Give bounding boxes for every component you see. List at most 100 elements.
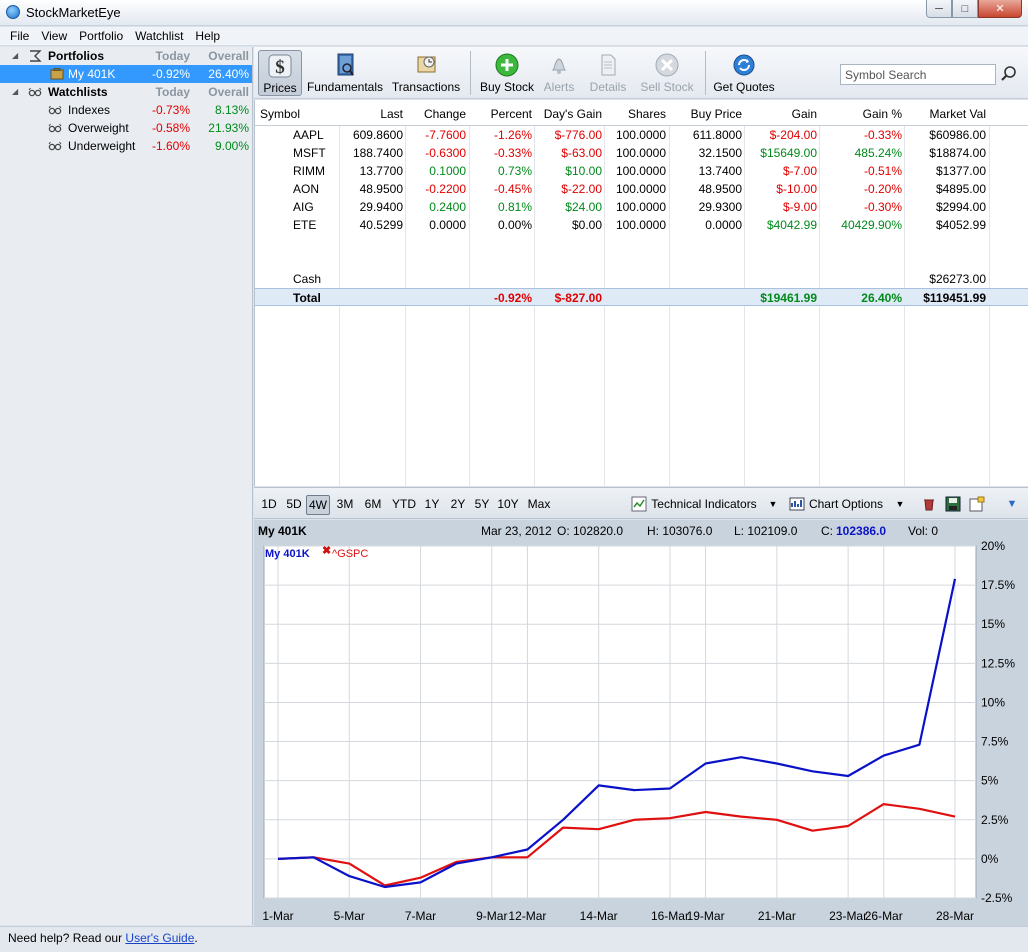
table-row[interactable]: AAPL 609.8600 -7.7600 -1.26% $-776.00 100.000…	[255, 126, 1028, 144]
users-guide-link[interactable]: User's Guide	[125, 931, 194, 945]
range-button-1d[interactable]: 1D	[258, 495, 280, 515]
grid-cell: $-204.00	[769, 128, 817, 142]
range-button-10y[interactable]: 10Y	[496, 495, 520, 515]
range-button-max[interactable]: Max	[525, 495, 553, 515]
get-quotes-label: Get Quotes	[713, 80, 775, 94]
close-button[interactable]: ✕	[978, 0, 1022, 18]
range-button-5y[interactable]: 5Y	[472, 495, 492, 515]
menu-portfolio[interactable]: Portfolio	[73, 27, 129, 46]
collapse-icon[interactable]: ◢	[12, 47, 18, 65]
range-button-ytd[interactable]: YTD	[391, 495, 417, 515]
grid-cell: $2994.00	[935, 200, 986, 214]
tree-portfolios-header[interactable]: ◢ Portfolios Today Overall	[0, 47, 252, 65]
grid-cell: -7.7600	[425, 128, 466, 142]
collapse-icon[interactable]: ◢	[12, 83, 18, 101]
get-quotes-button[interactable]: Get Quotes	[712, 50, 776, 96]
dropdown-arrow-icon[interactable]: ▼	[768, 495, 778, 515]
tree-item-today: -0.92%	[151, 67, 190, 81]
column-header[interactable]: Symbol	[260, 105, 300, 123]
grid-cell: -0.20%	[863, 182, 902, 196]
grid-cell: $119451.99	[923, 291, 986, 305]
tree-item-label: Underweight	[68, 139, 136, 153]
details-button[interactable]: Details	[588, 50, 628, 96]
menu-watchlist[interactable]: Watchlist	[129, 27, 189, 46]
save-icon[interactable]	[945, 496, 961, 512]
table-row[interactable]: MSFT 188.7400 -0.6300 -0.33% $-63.00 100.0000…	[255, 144, 1028, 162]
sell-stock-button[interactable]: Sell Stock	[639, 50, 695, 96]
glasses-icon	[48, 123, 62, 133]
document-icon	[601, 54, 616, 76]
y-tick-label: 10%	[981, 695, 1005, 709]
range-button-6m[interactable]: 6M	[362, 495, 384, 515]
tree-item-today: -0.58%	[151, 121, 190, 135]
menu-file[interactable]: File	[4, 27, 35, 46]
alerts-button[interactable]: Alerts	[540, 50, 578, 96]
tree-item-overweight[interactable]: Overweight -0.58% 21.93%	[0, 119, 252, 137]
menu-help[interactable]: Help	[189, 27, 226, 46]
column-header[interactable]: Last	[380, 105, 403, 123]
cash-row[interactable]: Cash $26273.00	[255, 270, 1028, 288]
range-button-5d[interactable]: 5D	[284, 495, 304, 515]
delete-chart-icon[interactable]	[921, 496, 937, 512]
menu-view[interactable]: View	[35, 27, 73, 46]
table-row[interactable]: AON 48.9500 -0.2200 -0.45% $-22.00 100.0000 48…	[255, 180, 1028, 198]
today-column-header: Today	[155, 85, 190, 99]
minimize-button[interactable]: ─	[926, 0, 952, 18]
technical-indicators-dropdown[interactable]: Technical Indicators	[650, 495, 758, 515]
transactions-button[interactable]: Transactions	[391, 50, 461, 96]
grid-cell: 100.0000	[615, 146, 666, 160]
alerts-label: Alerts	[543, 80, 575, 94]
grid-cell: 611.8000	[692, 128, 742, 142]
x-tick-label: 23-Mar	[829, 909, 867, 923]
glasses-icon	[48, 141, 62, 151]
column-header[interactable]: Percent	[491, 105, 532, 123]
chart-options-dropdown[interactable]: Chart Options	[808, 495, 884, 515]
tree-item-my-401k[interactable]: My 401K -0.92% 26.40%	[0, 65, 252, 83]
column-header[interactable]: Shares	[628, 105, 666, 123]
prices-button[interactable]: $ Prices	[258, 50, 302, 96]
dropdown-arrow-icon[interactable]: ▼	[895, 495, 905, 515]
table-row[interactable]: ETE 40.5299 0.0000 0.00% $0.00 100.0000 0.0000…	[255, 216, 1028, 234]
today-column-header: Today	[155, 49, 190, 63]
column-header[interactable]: Gain %	[863, 105, 902, 123]
range-button-4w[interactable]: 4W	[306, 495, 330, 515]
x-tick-label: 19-Mar	[687, 909, 725, 923]
collapse-chart-icon[interactable]: ▼	[1004, 495, 1020, 515]
tree-item-underweight[interactable]: Underweight -1.60% 9.00%	[0, 137, 252, 155]
chart-info-bar: My 401K Mar 23, 2012 O: 102820.0 H: 1030…	[254, 520, 1028, 542]
range-button-2y[interactable]: 2Y	[448, 495, 468, 515]
y-tick-label: 0%	[981, 852, 999, 866]
main-toolbar: $ Prices Fundamentals Transactions Buy S…	[254, 47, 1028, 99]
search-icon[interactable]	[1000, 65, 1018, 83]
column-header[interactable]: Gain	[792, 105, 817, 123]
range-button-1y[interactable]: 1Y	[422, 495, 442, 515]
buy-stock-button[interactable]: Buy Stock	[478, 50, 536, 96]
column-header[interactable]: Buy Price	[691, 105, 742, 123]
tree-item-today: -0.73%	[151, 103, 190, 117]
chart-close-value: 102386.0	[836, 524, 887, 538]
table-row[interactable]: RIMM 13.7700 0.1000 0.73% $10.00 100.0000 13.7…	[255, 162, 1028, 180]
portfolio-chart[interactable]: -2.5%0%2.5%5%7.5%10%12.5%15%17.5%20%1-Ma…	[254, 520, 1028, 926]
column-header[interactable]: Market Val	[930, 105, 986, 123]
dollar-icon: $	[268, 54, 292, 78]
y-tick-label: 7.5%	[981, 735, 1009, 749]
grid-cell: -0.30%	[863, 200, 902, 214]
maximize-button[interactable]: □	[952, 0, 978, 18]
grid-cell: $0.00	[571, 218, 602, 232]
portfolio-group-icon	[30, 50, 42, 62]
prices-grid: Symbol Last Change Percent Day's Gain Shares B…	[254, 100, 1028, 486]
range-button-3m[interactable]: 3M	[334, 495, 356, 515]
fundamentals-button[interactable]: Fundamentals	[305, 50, 385, 96]
tree-item-indexes[interactable]: Indexes -0.73% 8.13%	[0, 101, 252, 119]
symbol-search-input[interactable]: Symbol Search	[840, 64, 996, 85]
table-row[interactable]: AIG 29.9400 0.2400 0.81% $24.00 100.0000 29.93…	[255, 198, 1028, 216]
buy-stock-label: Buy Stock	[479, 80, 535, 94]
grid-cell: 13.7700	[359, 164, 403, 178]
grid-cell: -0.92%	[493, 291, 532, 305]
column-header[interactable]: Day's Gain	[544, 105, 602, 123]
tree-watchlists-header[interactable]: ◢ Watchlists Today Overall	[0, 83, 252, 101]
new-window-icon[interactable]	[969, 496, 985, 512]
total-row[interactable]: Total -0.92% $-827.00 $19461.99 26.40% $11945…	[255, 288, 1028, 306]
grid-cell: $1377.00	[935, 164, 986, 178]
column-header[interactable]: Change	[424, 105, 466, 123]
